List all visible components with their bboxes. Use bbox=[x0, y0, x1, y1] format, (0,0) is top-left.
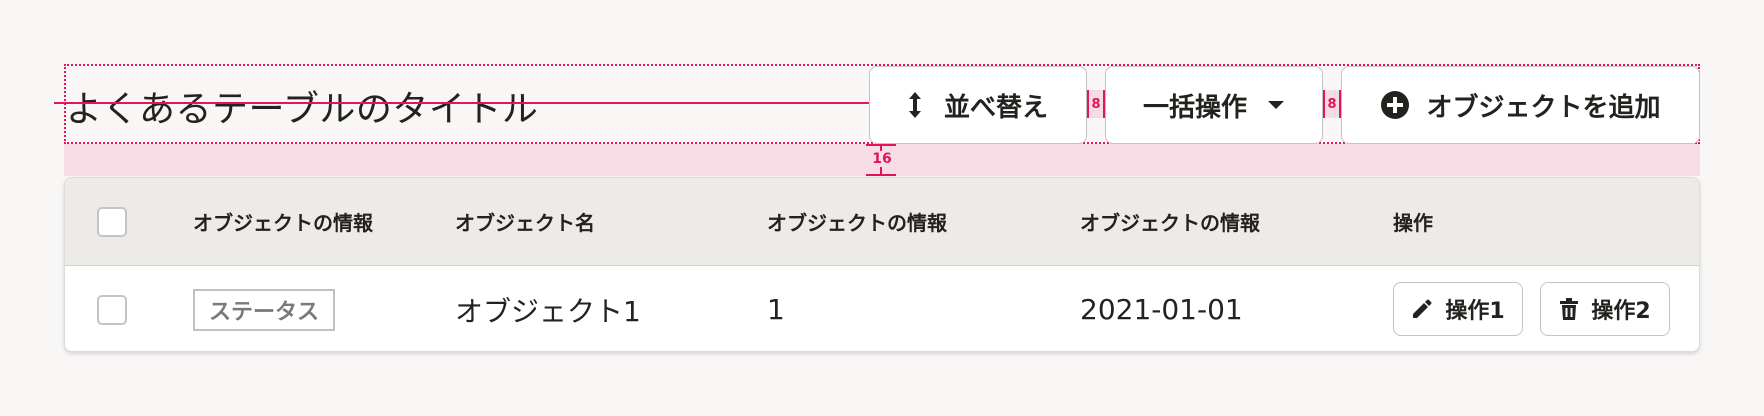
row-checkbox[interactable] bbox=[97, 294, 127, 325]
add-object-button-label: オブジェクトを追加 bbox=[1426, 92, 1661, 123]
edit-action-label: 操作1 bbox=[1445, 299, 1505, 324]
trash-icon bbox=[1559, 298, 1579, 320]
data-table: オブジェクトの情報 オブジェクト名 オブジェクトの情報 オブジェクトの情報 操作… bbox=[64, 177, 1700, 352]
date-cell: 2021-01-01 bbox=[1080, 293, 1243, 326]
plus-circle-icon bbox=[1380, 90, 1410, 120]
sort-button-label: 並べ替え bbox=[943, 92, 1048, 123]
bulk-action-button-label: 一括操作 bbox=[1142, 92, 1247, 123]
button-gap-marker: 8 bbox=[1323, 90, 1341, 118]
spacing-ruler-cap bbox=[866, 144, 896, 146]
edit-action-button[interactable]: 操作1 bbox=[1393, 282, 1523, 336]
title-baseline-guide bbox=[54, 102, 894, 104]
object-name-cell: オブジェクト1 bbox=[455, 294, 641, 328]
sort-button[interactable]: 並べ替え bbox=[869, 66, 1087, 144]
column-header[interactable]: オブジェクト名 bbox=[455, 178, 595, 265]
add-object-button[interactable]: オブジェクトを追加 bbox=[1341, 66, 1700, 144]
table-header-row: オブジェクトの情報 オブジェクト名 オブジェクトの情報 オブジェクトの情報 操作 bbox=[65, 178, 1699, 266]
select-all-cell bbox=[97, 178, 127, 265]
spacing-ruler-cap bbox=[866, 174, 896, 176]
delete-action-label: 操作2 bbox=[1591, 299, 1651, 324]
status-cell: ステータス bbox=[193, 266, 336, 351]
delete-action-button[interactable]: 操作2 bbox=[1540, 282, 1670, 336]
column-header[interactable]: オブジェクトの情報 bbox=[767, 178, 947, 265]
column-header[interactable]: オブジェクトの情報 bbox=[193, 178, 373, 265]
pencil-icon bbox=[1411, 298, 1433, 320]
spacing-label: 16 bbox=[870, 151, 894, 167]
table-row: ステータス オブジェクト1 1 2021-01-01 操作1 操作2 bbox=[65, 266, 1699, 351]
caret-down-icon bbox=[1267, 100, 1285, 110]
bulk-action-button[interactable]: 一括操作 bbox=[1105, 66, 1323, 144]
page-title: よくあるテーブルのタイトル bbox=[66, 89, 539, 130]
sort-vertical-icon bbox=[908, 91, 922, 119]
select-all-checkbox[interactable] bbox=[97, 206, 127, 237]
row-select-cell bbox=[97, 266, 127, 351]
column-header[interactable]: オブジェクトの情報 bbox=[1080, 178, 1260, 265]
button-gap-marker: 8 bbox=[1087, 90, 1105, 118]
column-header: 操作 bbox=[1393, 211, 1433, 235]
status-badge: ステータス bbox=[193, 288, 336, 331]
object-info-cell: 1 bbox=[767, 293, 785, 326]
